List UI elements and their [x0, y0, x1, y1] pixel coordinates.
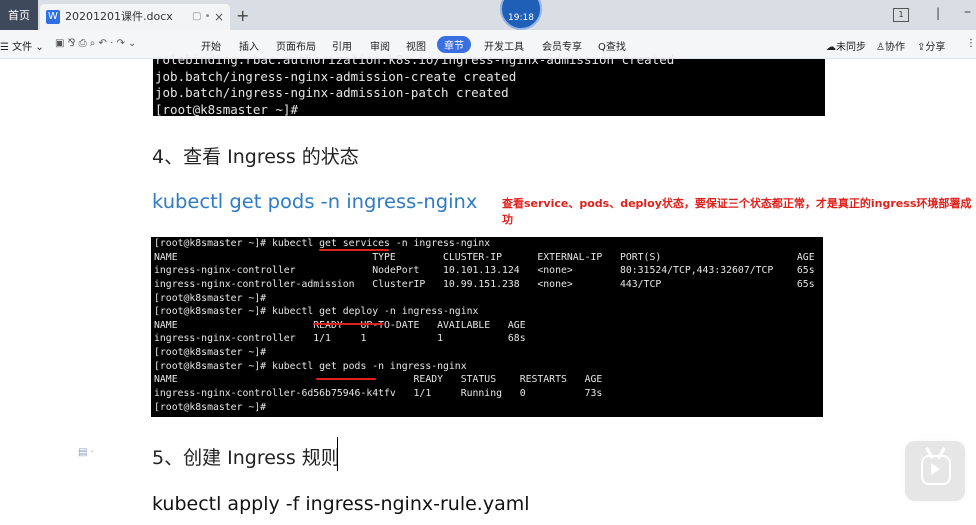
- word-doc-icon: W: [46, 10, 60, 24]
- red-underline-deploy: [313, 323, 383, 325]
- terminal-line: ingress-nginx-controller NodePort 10.101…: [154, 265, 815, 277]
- document-tab-title: 20201201课件.docx: [65, 10, 173, 23]
- terminal-line: [root@k8smaster ~]# kubectl get deploy -…: [154, 306, 479, 318]
- paragraph-marker-icon[interactable]: ▤ ·: [78, 447, 94, 458]
- share-button[interactable]: ⇪分享: [917, 38, 945, 53]
- terminal-line: ingress-nginx-controller 1/1 1 1 68s: [154, 333, 526, 345]
- heading-create-ingress-rule: 5、创建 Ingress 规则: [152, 447, 340, 469]
- red-underline-pods: [316, 378, 376, 380]
- terminal-line: rolebinding.rbac.authorization.k8s.io/in…: [155, 52, 675, 67]
- menu-item-view[interactable]: 视图: [406, 38, 426, 53]
- terminal-line: [root@k8smaster ~]# kubectl get pods -n …: [154, 360, 467, 372]
- new-tab-button[interactable]: +: [236, 4, 249, 28]
- heading-check-ingress-status: 4、查看 Ingress 的状态: [152, 146, 359, 168]
- video-player-button[interactable]: [903, 439, 967, 503]
- tab-bar: 首页 W 20201201课件.docx ▢ • × + 19:18 1 | –: [0, 0, 976, 30]
- terminal-line: job.batch/ingress-nginx-admission-create…: [155, 68, 517, 84]
- terminal-line: job.batch/ingress-nginx-admission-patch …: [155, 85, 509, 100]
- menu-item-review[interactable]: 审阅: [370, 38, 390, 53]
- person-icon: ♙: [876, 42, 885, 53]
- document-page[interactable]: rolebinding.rbac.authorization.k8s.io/in…: [0, 52, 976, 525]
- more-menu-icon[interactable]: ⋮: [966, 38, 976, 49]
- menu-item-layout[interactable]: 页面布局: [276, 38, 316, 53]
- menu-item-chapter[interactable]: 章节: [437, 36, 471, 53]
- terminal-line: [root@k8smaster ~]#: [154, 292, 267, 304]
- cloud-icon: ☁: [826, 42, 836, 53]
- collaborate-button[interactable]: ♙协作: [876, 38, 905, 53]
- terminal-line: ingress-nginx-controller-6d56b75946-k4tf…: [154, 388, 603, 400]
- menu-item-insert[interactable]: 插入: [239, 38, 259, 53]
- window-restore-button[interactable]: 1: [893, 8, 909, 22]
- terminal-line: NAME READY UP-TO-DATE AVAILABLE AGE: [154, 319, 526, 331]
- clock-badge: 19:18: [500, 0, 542, 30]
- menu-item-references[interactable]: 引用: [332, 38, 352, 53]
- terminal-line: NAME READY STATUS RESTARTS AGE: [154, 374, 603, 386]
- window-minimize-button[interactable]: |: [936, 6, 940, 20]
- terminal-screenshot-status: [root@k8smaster ~]# kubectl get services…: [151, 237, 823, 417]
- window-minimize-icon[interactable]: –: [964, 4, 971, 20]
- red-annotation-note: 查看service、pods、deploy状态，要保证三个状态都正常，才是真正的…: [502, 197, 972, 226]
- command-apply-rule: kubectl apply -f ingress-nginx-rule.yaml: [152, 493, 530, 515]
- command-get-pods: kubectl get pods -n ingress-nginx: [152, 190, 478, 213]
- sync-status[interactable]: ☁未同步: [826, 38, 866, 53]
- red-underline-services: [319, 249, 389, 251]
- menu-item-member[interactable]: 会员专享: [542, 38, 582, 53]
- terminal-line: ingress-nginx-controller-admission Clust…: [154, 278, 815, 290]
- terminal-screenshot-top: rolebinding.rbac.authorization.k8s.io/in…: [153, 52, 825, 117]
- tab-status-icon: ▢ •: [192, 11, 211, 22]
- menu-item-search[interactable]: Q查找: [598, 38, 626, 53]
- terminal-line: [root@k8smaster ~]#: [154, 401, 267, 413]
- text-cursor: [337, 437, 338, 471]
- file-menu[interactable]: ☰ 文件 ⌄: [0, 38, 44, 53]
- document-tab[interactable]: W 20201201课件.docx ▢ • ×: [40, 4, 230, 30]
- home-tab[interactable]: 首页: [0, 0, 38, 30]
- menu-item-start[interactable]: 开始: [201, 38, 221, 53]
- quick-toolbar-icons[interactable]: ▣ ⅋ ⎙ ⌕ ↶ · ↷ ⌄: [55, 38, 136, 49]
- close-tab-icon[interactable]: ×: [214, 4, 224, 30]
- terminal-line: [root@k8smaster ~]#: [154, 347, 267, 359]
- menu-item-devtools[interactable]: 开发工具: [484, 38, 524, 53]
- terminal-line: NAME TYPE CLUSTER-IP EXTERNAL-IP PORT(S)…: [154, 251, 815, 263]
- terminal-line: [root@k8smaster ~]# kubectl get services…: [154, 238, 491, 249]
- terminal-line: [root@k8smaster ~]#: [155, 101, 298, 117]
